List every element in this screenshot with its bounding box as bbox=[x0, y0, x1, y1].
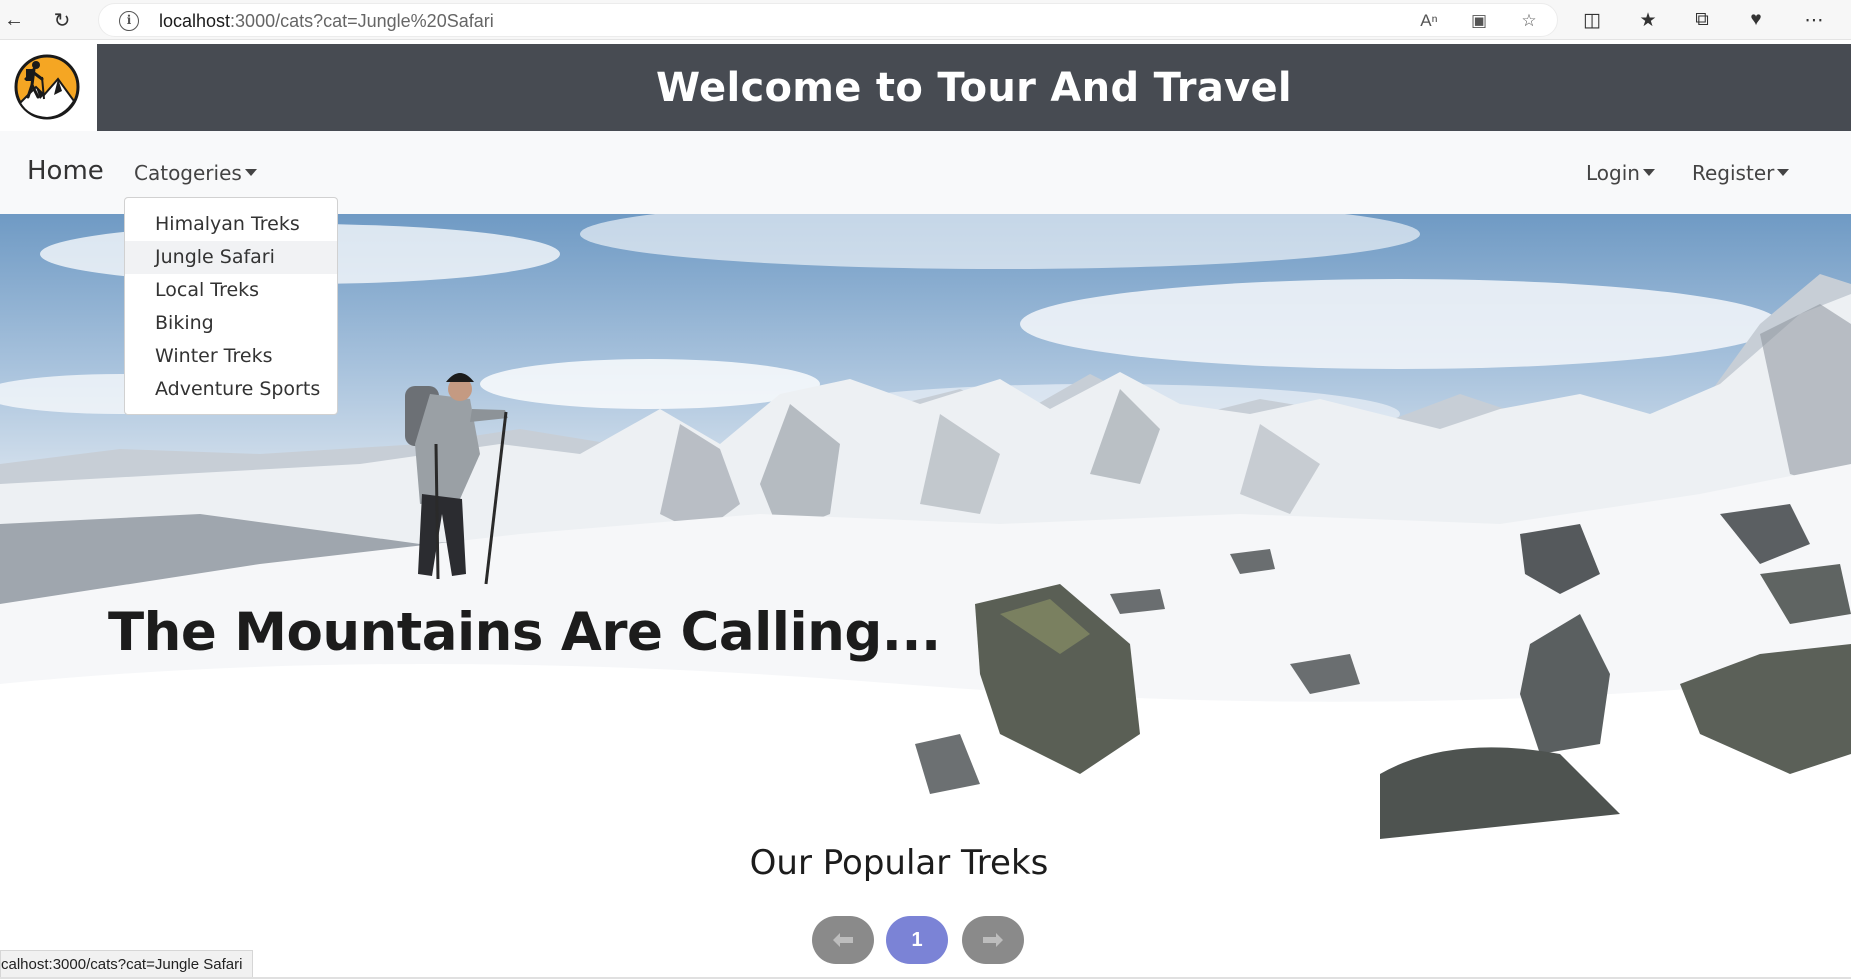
url-text[interactable]: localhost:3000/cats?cat=Jungle%20Safari bbox=[159, 11, 494, 32]
dropdown-item-jungle-safari[interactable]: Jungle Safari bbox=[125, 241, 337, 274]
arrow-right-icon bbox=[983, 933, 1003, 947]
pager-page-1[interactable]: 1 bbox=[886, 916, 948, 964]
categories-dropdown-menu: Himalyan Treks Jungle Safari Local Treks… bbox=[124, 197, 338, 415]
caret-down-icon bbox=[1777, 169, 1790, 176]
nav-login-dropdown[interactable]: Login bbox=[1586, 161, 1655, 185]
link-status-bar: calhost:3000/cats?cat=Jungle Safari bbox=[0, 950, 254, 979]
pager-prev-button[interactable] bbox=[812, 916, 874, 964]
back-icon[interactable]: ← bbox=[0, 6, 28, 34]
dropdown-item-local-treks[interactable]: Local Treks bbox=[125, 274, 337, 307]
site-header: Welcome to Tour And Travel bbox=[0, 40, 1851, 131]
nav-home-link[interactable]: Home bbox=[27, 156, 104, 186]
more-menu-icon[interactable]: ⋯ bbox=[1800, 6, 1828, 34]
read-aloud-icon[interactable]: Aⁿ bbox=[1417, 9, 1441, 33]
popular-treks-heading: Our Popular Treks bbox=[749, 843, 1049, 883]
dropdown-item-winter-treks[interactable]: Winter Treks bbox=[125, 340, 337, 373]
welcome-banner: Welcome to Tour And Travel bbox=[97, 44, 1851, 131]
nav-categories-dropdown[interactable]: Catogeries bbox=[134, 161, 257, 185]
nav-login-label: Login bbox=[1586, 161, 1640, 185]
collections-icon[interactable]: ⧉ bbox=[1688, 6, 1716, 34]
nav-register-dropdown[interactable]: Register bbox=[1692, 161, 1790, 185]
hero-caption: The Mountains Are Calling... bbox=[108, 602, 941, 663]
pager-next-button[interactable] bbox=[962, 916, 1024, 964]
reload-icon[interactable]: ↻ bbox=[48, 6, 76, 34]
browser-toolbar: ← ↻ i localhost:3000/cats?cat=Jungle%20S… bbox=[0, 0, 1851, 40]
nav-register-label: Register bbox=[1692, 161, 1775, 185]
dropdown-item-biking[interactable]: Biking bbox=[125, 307, 337, 340]
hiker-logo-icon[interactable] bbox=[14, 51, 80, 121]
caret-down-icon bbox=[1642, 169, 1655, 176]
browser-health-icon[interactable]: ♥ bbox=[1742, 6, 1770, 34]
arrow-left-icon bbox=[833, 933, 853, 947]
dropdown-item-himalyan-treks[interactable]: Himalyan Treks bbox=[125, 208, 337, 241]
app-icon[interactable]: ▣ bbox=[1467, 9, 1491, 33]
nav-categories-label: Catogeries bbox=[134, 161, 242, 185]
dropdown-item-adventure-sports[interactable]: Adventure Sports bbox=[125, 373, 337, 406]
split-screen-icon[interactable]: ◫ bbox=[1578, 6, 1606, 34]
favorite-star-icon[interactable]: ☆ bbox=[1517, 9, 1541, 33]
caret-down-icon bbox=[244, 169, 257, 176]
site-info-icon[interactable]: i bbox=[119, 11, 139, 31]
address-bar[interactable]: i localhost:3000/cats?cat=Jungle%20Safar… bbox=[98, 3, 1558, 37]
favorites-icon[interactable]: ★ bbox=[1634, 6, 1662, 34]
site-title: Welcome to Tour And Travel bbox=[656, 64, 1292, 111]
